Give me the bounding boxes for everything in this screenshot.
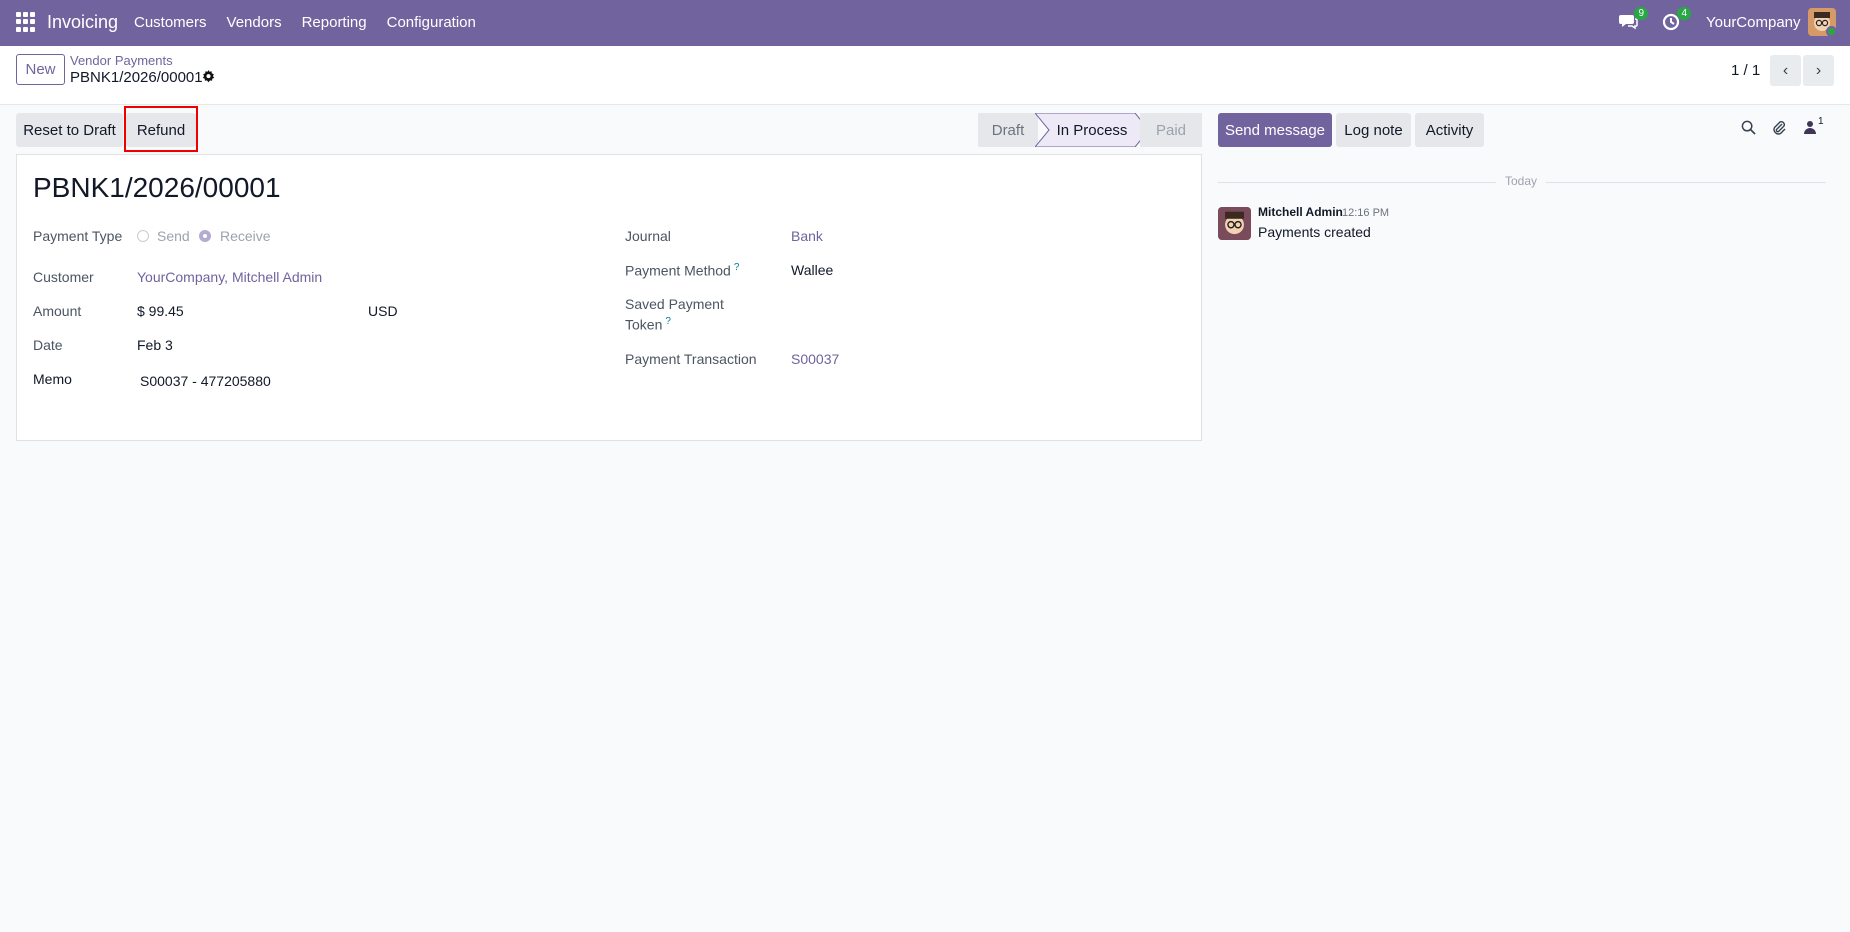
breadcrumb-vendor-payments[interactable]: Vendor Payments — [70, 53, 173, 68]
status-paid[interactable]: Paid — [1140, 113, 1202, 147]
pager-next-button[interactable]: › — [1803, 55, 1834, 86]
memo-label: Memo — [33, 371, 72, 387]
messages-badge: 9 — [1634, 7, 1648, 20]
log-note-button[interactable]: Log note — [1336, 113, 1411, 147]
date-separator: Today — [1505, 174, 1538, 188]
pager-previous-button[interactable]: ‹ — [1770, 55, 1801, 86]
help-icon[interactable]: ? — [734, 262, 740, 273]
saved-token-label-line1: Saved Payment — [625, 296, 724, 312]
activities-badge: 4 — [1677, 7, 1691, 20]
followers-icon[interactable]: 1 — [1804, 116, 1824, 138]
refund-highlight-box — [124, 106, 198, 152]
send-message-button[interactable]: Send message — [1218, 113, 1332, 147]
top-navbar: Invoicing Customers Vendors Reporting Co… — [0, 0, 1850, 46]
chevron-left-icon: ‹ — [1782, 61, 1789, 79]
followers-count: 1 — [1818, 116, 1824, 127]
paperclip-icon[interactable] — [1771, 120, 1787, 140]
amount-label: Amount — [33, 303, 82, 319]
status-in-process[interactable]: In Process — [1037, 113, 1147, 147]
saved-token-label-line2: Token? — [625, 316, 671, 333]
search-icon[interactable] — [1741, 120, 1756, 139]
menu-configuration[interactable]: Configuration — [387, 14, 476, 31]
date-field[interactable]: Feb 3 — [137, 337, 173, 353]
breadcrumb-current-record: PBNK1/2026/00001 — [70, 69, 203, 86]
message-body: Payments created — [1258, 224, 1371, 240]
message-author[interactable]: Mitchell Admin — [1258, 205, 1343, 219]
payment-type-label: Payment Type — [33, 228, 123, 244]
radio-send[interactable] — [137, 230, 149, 242]
journal-label: Journal — [625, 228, 671, 244]
date-separator-line-right — [1546, 182, 1826, 183]
chevron-right-icon: › — [1815, 61, 1822, 79]
company-switcher[interactable]: YourCompany — [1706, 14, 1801, 31]
new-button[interactable]: New — [16, 54, 65, 85]
messages-icon[interactable]: 9 — [1618, 7, 1648, 33]
customer-label: Customer — [33, 269, 94, 285]
payment-transaction-label: Payment Transaction — [625, 351, 757, 367]
menu-reporting[interactable]: Reporting — [302, 14, 367, 31]
status-draft[interactable]: Draft — [978, 113, 1038, 147]
pager-value[interactable]: 1 / 1 — [1731, 62, 1760, 79]
payment-method-field[interactable]: Wallee — [791, 262, 833, 278]
customer-field[interactable]: YourCompany, Mitchell Admin — [137, 269, 322, 285]
payment-method-label: Payment Method? — [625, 262, 740, 279]
reset-to-draft-button[interactable]: Reset to Draft — [16, 113, 123, 147]
radio-receive[interactable] — [199, 230, 211, 242]
currency-field[interactable]: USD — [368, 303, 398, 319]
radio-send-label: Send — [157, 228, 190, 244]
amount-field[interactable]: $ 99.45 — [137, 303, 184, 319]
menu-customers[interactable]: Customers — [134, 14, 207, 31]
online-status-dot — [1826, 26, 1837, 37]
payment-transaction-field[interactable]: S00037 — [791, 351, 839, 367]
message-author-avatar[interactable] — [1218, 207, 1251, 240]
activities-clock-icon[interactable]: 4 — [1661, 7, 1691, 33]
main-menu: Customers Vendors Reporting Configuratio… — [134, 14, 496, 31]
memo-field[interactable]: S00037 - 477205880 — [140, 373, 271, 389]
help-icon[interactable]: ? — [665, 316, 671, 327]
gear-icon[interactable] — [202, 70, 215, 86]
activity-button[interactable]: Activity — [1415, 113, 1484, 147]
date-separator-line-left — [1218, 182, 1496, 183]
radio-receive-label: Receive — [220, 228, 271, 244]
apps-menu-icon[interactable] — [16, 12, 36, 32]
date-label: Date — [33, 337, 63, 353]
message-time: 12:16 PM — [1342, 207, 1390, 219]
app-brand[interactable]: Invoicing — [47, 12, 118, 33]
journal-field[interactable]: Bank — [791, 228, 823, 244]
menu-vendors[interactable]: Vendors — [227, 14, 282, 31]
record-title: PBNK1/2026/00001 — [33, 172, 281, 203]
control-panel: New Vendor Payments PBNK1/2026/00001 1 /… — [0, 46, 1850, 105]
